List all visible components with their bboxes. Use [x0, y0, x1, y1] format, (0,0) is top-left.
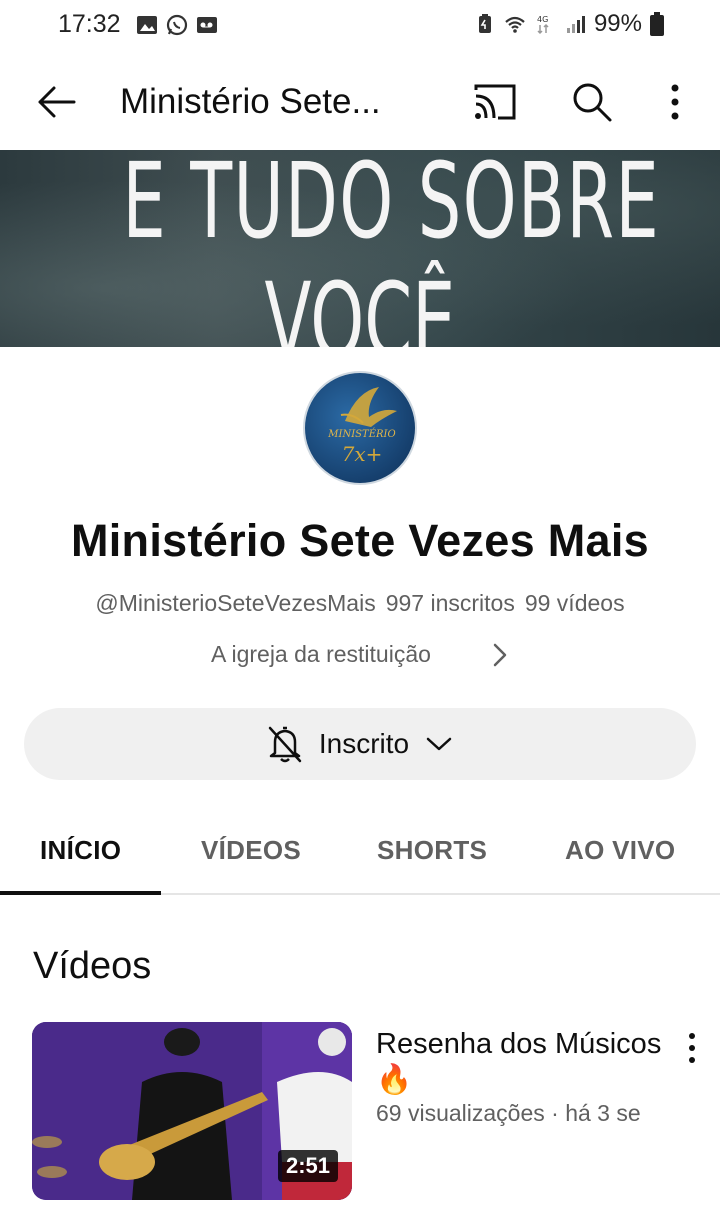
chevron-right-icon[interactable]	[490, 640, 510, 670]
subscribed-button[interactable]: Inscrito	[24, 708, 696, 780]
subscriber-count: 997 inscritos	[385, 590, 515, 616]
whatsapp-icon	[166, 14, 188, 36]
video-more-icon[interactable]	[680, 1028, 704, 1068]
system-status-icons: 4G 99%	[474, 10, 664, 38]
video-title[interactable]: Resenha dos Músicos 🔥	[376, 1026, 666, 1098]
video-list-item[interactable]: 2:51 Resenha dos Músicos 🔥 69 visualizaç…	[32, 1022, 720, 1202]
channel-avatar[interactable]: MINISTÉRIO 7x+	[303, 371, 417, 485]
tab-inicio[interactable]: INÍCIO	[40, 835, 121, 866]
gallery-icon	[137, 16, 157, 34]
svg-text:4G: 4G	[537, 15, 548, 24]
channel-tabs: INÍCIO VÍDEOS SHORTS AO VIVO	[0, 805, 720, 895]
battery-percent: 99%	[593, 10, 642, 37]
video-meta: 69 visualizações · há 3 se	[376, 1100, 641, 1126]
channel-handle: @MinisterioSeteVezesMais	[95, 590, 376, 616]
banner-text-line1: E TUDO SOBRE	[122, 150, 661, 262]
status-bar: 17:32 4G 99%	[0, 0, 720, 52]
battery-icon	[650, 12, 664, 36]
svg-text:7x+: 7x+	[342, 442, 383, 466]
mobile-data-icon: 4G	[537, 15, 549, 35]
section-title: Vídeos	[33, 945, 152, 987]
tab-ao-vivo[interactable]: AO VIVO	[565, 835, 675, 866]
channel-name: Ministério Sete Vezes Mais	[70, 515, 650, 566]
status-time: 17:32	[58, 10, 121, 38]
more-vert-icon[interactable]	[660, 80, 690, 124]
subscribed-label: Inscrito	[318, 728, 410, 759]
cast-icon[interactable]	[472, 82, 518, 122]
back-arrow-icon[interactable]	[34, 80, 78, 124]
channel-description[interactable]: A igreja da restituição	[211, 641, 431, 668]
logo-text: MINISTÉRIO	[327, 428, 395, 440]
search-icon[interactable]	[570, 80, 614, 124]
app-bar: Ministério Sete...	[0, 52, 720, 150]
notification-icons	[136, 14, 218, 36]
wifi-icon	[505, 16, 525, 33]
voicemail-icon	[197, 17, 217, 33]
tab-shorts[interactable]: SHORTS	[377, 835, 487, 866]
video-thumbnail[interactable]: 2:51	[32, 1022, 352, 1200]
banner-text-line2: VOCÊ	[264, 260, 456, 347]
signal-icon	[566, 16, 585, 33]
channel-logo: MINISTÉRIO 7x+	[327, 387, 397, 466]
channel-meta: @MinisterioSeteVezesMais 997 inscritos 99 …	[0, 590, 720, 617]
battery-saver-icon	[478, 14, 491, 33]
active-tab-indicator	[0, 891, 161, 895]
video-count: 99 vídeos	[524, 590, 625, 616]
channel-banner: E TUDO SOBRE VOCÊ	[0, 150, 720, 347]
bell-off-icon	[268, 726, 302, 763]
chevron-down-icon	[426, 737, 452, 751]
app-bar-title: Ministério Sete...	[120, 82, 381, 121]
tab-videos[interactable]: VÍDEOS	[201, 835, 301, 866]
video-duration: 2:51	[277, 1150, 338, 1182]
